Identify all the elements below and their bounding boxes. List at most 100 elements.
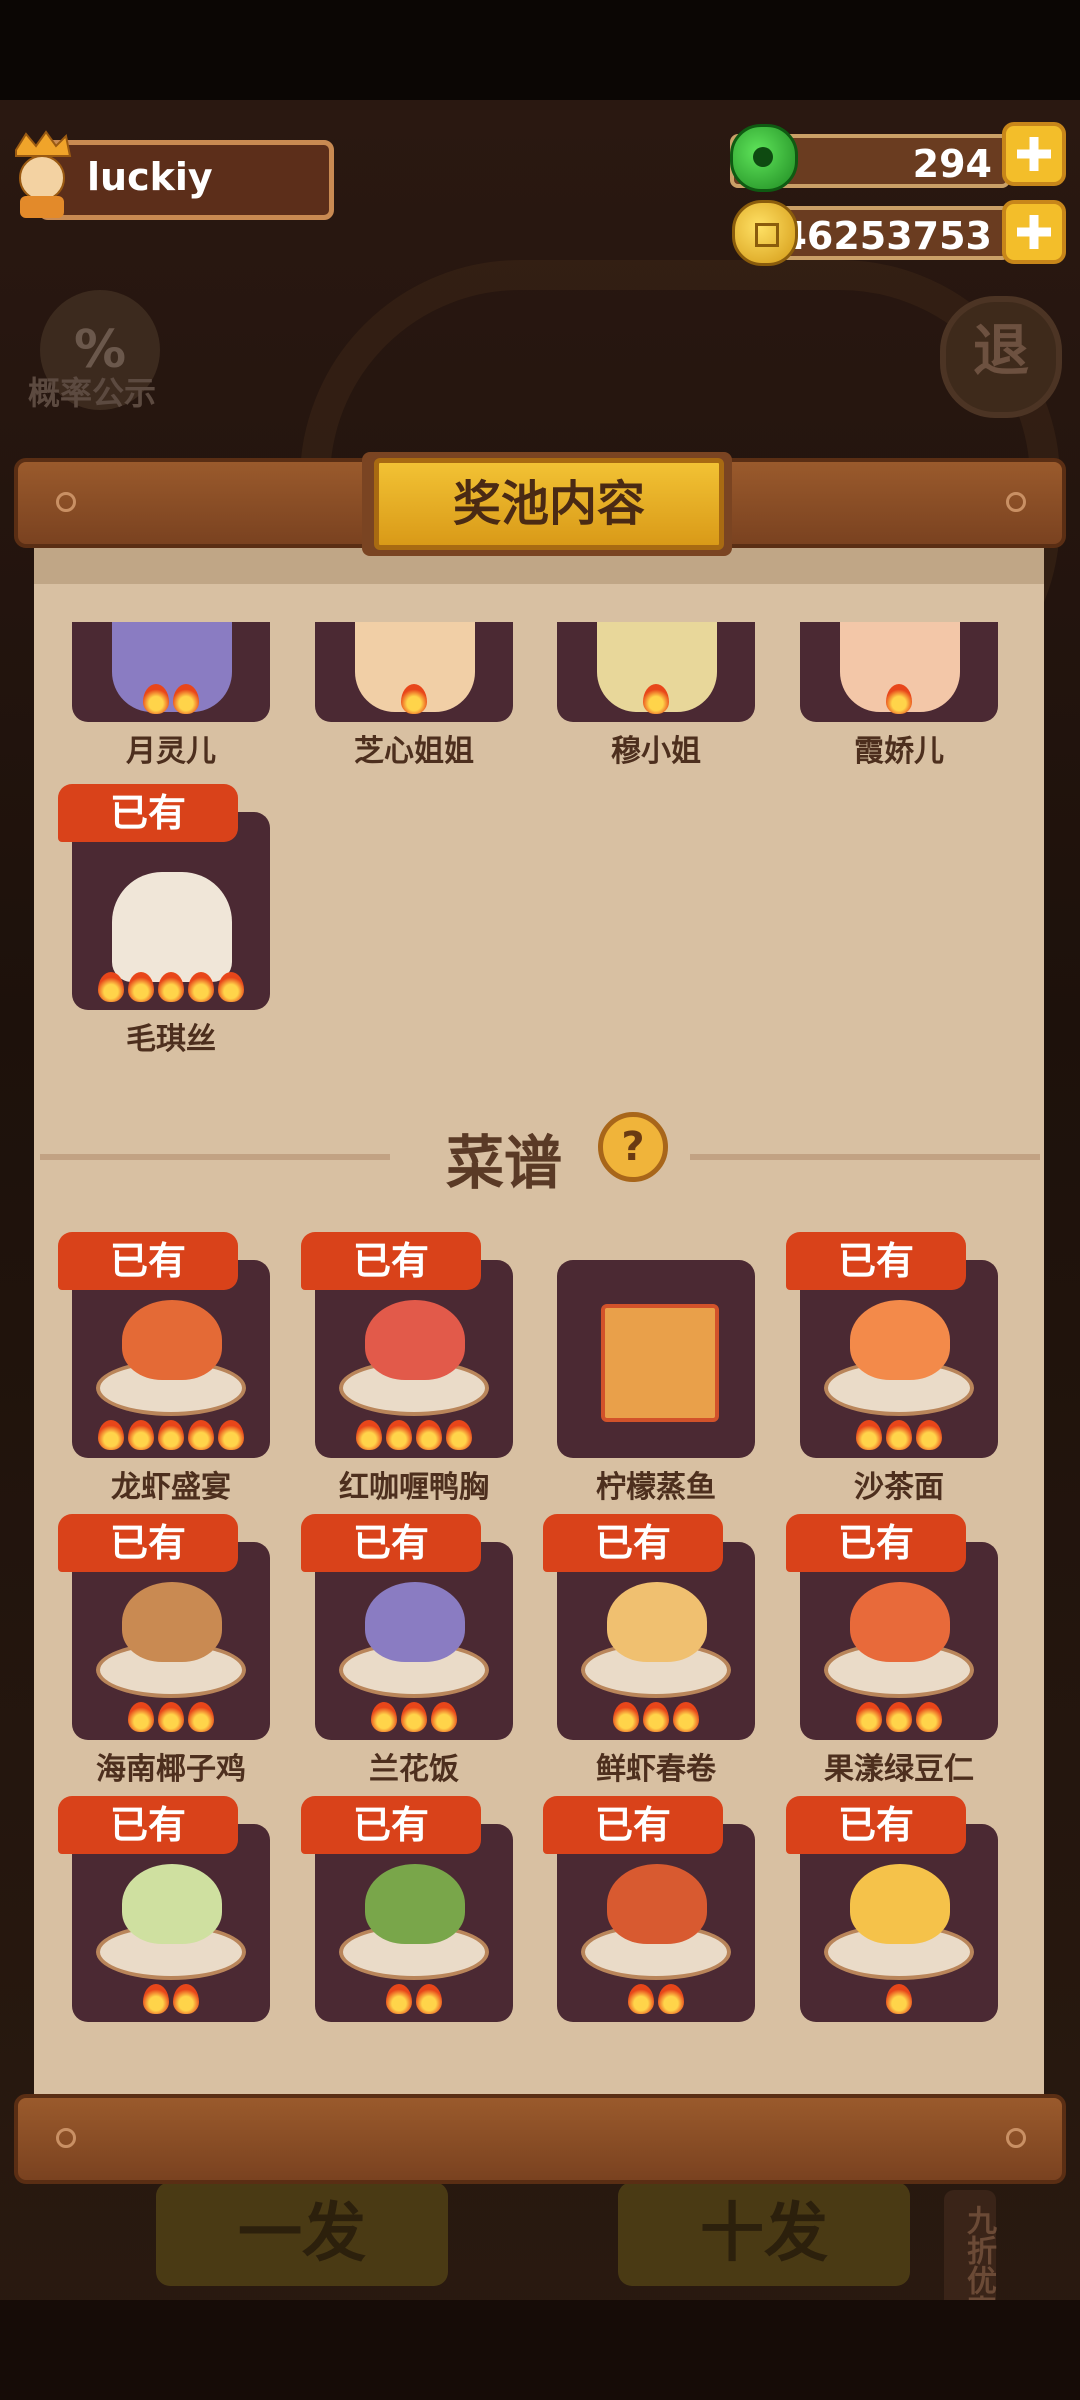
flame-icon [128,1702,154,1732]
character-tile[interactable] [315,622,513,722]
flame-icon [218,1420,244,1450]
owned-badge: 已有 [301,1232,481,1290]
flame-icon [886,1984,912,2014]
title-plate: 奖池内容 [374,458,724,550]
flame-icon [431,1702,457,1732]
flame-icon [658,1984,684,2014]
character-tile[interactable] [72,622,270,722]
single-draw-button[interactable]: 一发 [156,2182,448,2286]
exit-button[interactable]: 退 [940,296,1062,418]
recipe-name: 果漾绿豆仁 [824,1752,974,1787]
jade-icon [730,124,798,192]
owned-badge: 已有 [301,1796,481,1854]
flame-icon [218,972,244,1002]
star-flames [557,684,755,718]
dish-image [365,1582,465,1662]
help-icon[interactable]: ? [598,1112,668,1182]
dish-image [122,1300,222,1380]
owned-badge: 已有 [786,1796,966,1854]
character-name: 霞娇儿 [854,734,944,769]
star-flames [72,1984,270,2018]
probability-label: 概率公示 [28,374,157,412]
jade-count: 294 [912,142,992,186]
recipes-title: 菜谱 [446,1129,563,1197]
ten-draw-button[interactable]: 十发 [618,2182,910,2286]
single-draw-label: 一发 [238,2197,366,2271]
flame-icon [158,972,184,1002]
star-flames [72,1420,270,1454]
panel-bottom-rail [14,2094,1066,2184]
star-flames [800,1702,998,1736]
dish-image [122,1582,222,1662]
divider [690,1154,1040,1160]
flame-icon [173,1984,199,2014]
dish-image [365,1864,465,1944]
flame-icon [886,1702,912,1732]
flame-icon [916,1702,942,1732]
recipe-name: 兰花饭 [369,1752,459,1787]
coin-count: 46253753 [780,214,992,258]
flame-icon [916,1420,942,1450]
dish-image [365,1300,465,1380]
ten-draw-label: 十发 [700,2197,828,2271]
dish-image [607,1582,707,1662]
star-flames [557,1420,755,1454]
flame-icon [401,1702,427,1732]
coin-icon [732,200,798,266]
flame-icon [401,684,427,714]
nail-icon [1006,492,1026,512]
flame-icon [143,684,169,714]
recipe-tile[interactable] [557,1260,755,1458]
flame-icon [188,1420,214,1450]
owned-badge: 已有 [301,1514,481,1572]
flame-icon [446,1420,472,1450]
character-tile[interactable] [800,622,998,722]
flame-icon [173,684,199,714]
dish-image [607,1864,707,1944]
star-flames [557,1984,755,2018]
owned-badge: 已有 [786,1232,966,1290]
flame-icon [416,1420,442,1450]
bottom-bar [0,2300,1080,2400]
flame-icon [128,972,154,1002]
star-flames [800,684,998,718]
star-flames [72,684,270,718]
flame-icon [628,1984,654,2014]
avatar[interactable] [6,130,78,220]
flame-icon [188,972,214,1002]
flame-icon [356,1420,382,1450]
add-jade-button[interactable] [1002,122,1066,186]
star-flames [315,1702,513,1736]
character-name: 穆小姐 [611,734,701,769]
character-tile[interactable] [557,622,755,722]
player-name-box[interactable]: luckiy [38,140,334,220]
flame-icon [856,1420,882,1450]
flame-icon [886,684,912,714]
flame-icon [158,1702,184,1732]
owned-badge: 已有 [58,784,238,842]
star-flames [315,1420,513,1454]
flame-icon [886,1420,912,1450]
nail-icon [56,2128,76,2148]
star-flames [72,972,270,1006]
recipe-name: 鲜虾春卷 [596,1752,716,1787]
flame-icon [673,1702,699,1732]
flame-icon [613,1702,639,1732]
character-name: 月灵儿 [126,734,216,769]
star-flames [800,1984,998,2018]
recipe-name: 柠檬蒸鱼 [596,1470,716,1505]
nail-icon [56,492,76,512]
recipe-name: 龙虾盛宴 [111,1470,231,1505]
dish-image [850,1582,950,1662]
star-flames [557,1702,755,1736]
dish-image [850,1864,950,1944]
add-coin-button[interactable] [1002,200,1066,264]
flame-icon [371,1702,397,1732]
flame-icon [643,684,669,714]
owned-badge: 已有 [58,1232,238,1290]
star-flames [315,684,513,718]
star-flames [72,1702,270,1736]
divider [40,1154,390,1160]
username: luckiy [87,155,213,199]
flame-icon [98,1420,124,1450]
